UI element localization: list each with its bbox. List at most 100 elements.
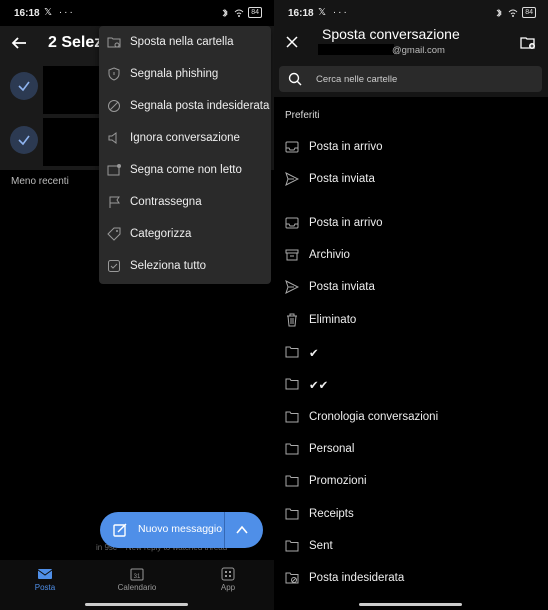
folder-label: Eliminato bbox=[309, 314, 357, 326]
folder-receipts[interactable]: Receipts bbox=[274, 499, 548, 529]
section-label: Meno recenti bbox=[11, 176, 69, 187]
folder-search-input[interactable]: Cerca nelle cartelle bbox=[279, 66, 542, 92]
folder-label: Posta in arrivo bbox=[309, 217, 383, 229]
selected-check-1[interactable] bbox=[10, 72, 38, 100]
chevron-up-icon[interactable] bbox=[235, 523, 249, 537]
page-title: Sposta conversazione bbox=[322, 26, 460, 42]
folder-sent[interactable]: Posta inviata bbox=[274, 272, 548, 302]
folder-icon bbox=[285, 540, 299, 552]
compose-icon bbox=[113, 523, 127, 537]
select-all-icon bbox=[108, 260, 120, 272]
folder-icon bbox=[285, 346, 299, 358]
menu-item-flag[interactable]: Contrassegna bbox=[99, 186, 271, 218]
trash-icon bbox=[287, 313, 297, 327]
battery-icon: 84 bbox=[522, 7, 536, 18]
folder-label: ✔✔ bbox=[309, 380, 329, 392]
favorite-sent[interactable]: Posta inviata bbox=[274, 164, 548, 194]
menu-item-label: Segna come non letto bbox=[130, 164, 242, 176]
folder-inbox[interactable]: Posta in arrivo bbox=[274, 208, 548, 238]
folder-label: Personal bbox=[309, 443, 355, 455]
new-message-button[interactable]: Nuovo messaggio bbox=[100, 512, 263, 548]
folder-personal[interactable]: Personal bbox=[274, 434, 548, 464]
menu-item-label: Sposta nella cartella bbox=[130, 36, 234, 48]
menu-item-unread[interactable]: Segna come non letto bbox=[99, 154, 271, 186]
folder-label: Posta in arrivo bbox=[309, 141, 383, 153]
menu-item-phishing[interactable]: Segnala phishing bbox=[99, 58, 271, 90]
favorite-inbox[interactable]: Posta in arrivo bbox=[274, 132, 548, 162]
folder-label: ✔ bbox=[309, 348, 319, 360]
folder-double-check[interactable]: ✔✔ bbox=[274, 369, 548, 399]
nav-calendar[interactable]: 31 Calendario bbox=[107, 567, 167, 592]
folder-icon bbox=[285, 475, 299, 487]
menu-item-categorize[interactable]: Categorizza bbox=[99, 218, 271, 250]
menu-item-move[interactable]: Sposta nella cartella bbox=[99, 26, 271, 58]
menu-item-ignore[interactable]: Ignora conversazione bbox=[99, 122, 271, 154]
home-indicator bbox=[85, 603, 188, 606]
folder-archive[interactable]: Archivio bbox=[274, 240, 548, 270]
context-menu: Sposta nella cartella Segnala phishing S… bbox=[99, 26, 271, 284]
favorites-heading: Preferiti bbox=[285, 110, 320, 121]
junk-folder-icon bbox=[285, 572, 299, 584]
move-header: Sposta conversazione @gmail.com bbox=[274, 26, 548, 62]
wifi-icon bbox=[508, 9, 518, 17]
folder-icon bbox=[285, 411, 299, 423]
folder-label: Archivio bbox=[309, 249, 350, 261]
menu-item-label: Ignora conversazione bbox=[130, 132, 240, 144]
folder-icon bbox=[285, 508, 299, 520]
new-message-label: Nuovo messaggio bbox=[138, 523, 223, 535]
folder-conversation-history[interactable]: Cronologia conversazioni bbox=[274, 402, 548, 432]
menu-item-label: Segnala posta indesiderata bbox=[130, 100, 270, 112]
notification-icons: 𝕏 ··· bbox=[44, 7, 75, 18]
new-folder-icon[interactable] bbox=[520, 36, 536, 50]
status-time: 16:18 bbox=[14, 8, 40, 19]
folder-icon bbox=[285, 378, 299, 390]
menu-item-label: Contrassegna bbox=[130, 196, 202, 208]
folder-icon bbox=[285, 443, 299, 455]
inbox-icon bbox=[285, 141, 299, 153]
search-icon bbox=[288, 72, 302, 86]
selection-count-title: 2 Selezi bbox=[48, 34, 107, 51]
menu-item-select-all[interactable]: Seleziona tutto bbox=[99, 250, 271, 282]
folder-sent-custom[interactable]: Sent bbox=[274, 531, 548, 561]
check-icon bbox=[18, 81, 30, 92]
block-icon bbox=[108, 100, 120, 112]
folder-check[interactable]: ✔ bbox=[274, 337, 548, 367]
close-icon[interactable] bbox=[286, 36, 298, 48]
back-arrow-icon[interactable] bbox=[10, 34, 28, 52]
message-row-2[interactable] bbox=[43, 118, 101, 166]
calendar-icon: 31 bbox=[130, 568, 144, 581]
redacted-account-name bbox=[318, 44, 394, 55]
message-row-1[interactable] bbox=[43, 66, 101, 114]
nav-label: Posta bbox=[34, 583, 56, 592]
nav-apps[interactable]: App bbox=[198, 567, 258, 592]
folder-label: Receipts bbox=[309, 508, 354, 520]
right-screen: 16:18 𝕏 ··· 84 Sposta conversazione @gma… bbox=[274, 0, 548, 610]
folder-label: Posta inviata bbox=[309, 173, 375, 185]
move-folder-icon bbox=[107, 37, 121, 48]
apps-icon bbox=[221, 567, 235, 581]
folder-deleted[interactable]: Eliminato bbox=[274, 305, 548, 335]
system-icons: 84 bbox=[494, 7, 536, 18]
nav-label: Calendario bbox=[117, 583, 157, 592]
calendar-date: 31 bbox=[134, 574, 141, 580]
folder-label: Promozioni bbox=[309, 475, 367, 487]
left-screen: 16:18 𝕏 ··· 84 2 Selezi Meno recenti Spo… bbox=[0, 0, 274, 610]
notification-icons: 𝕏 ··· bbox=[318, 7, 349, 18]
bluetooth-icon bbox=[496, 8, 502, 17]
wifi-icon bbox=[234, 9, 244, 17]
search-placeholder: Cerca nelle cartelle bbox=[316, 74, 398, 85]
folder-label: Posta indesiderata bbox=[309, 572, 405, 584]
nav-mail[interactable]: Posta bbox=[15, 567, 75, 592]
folder-label: Cronologia conversazioni bbox=[309, 411, 439, 423]
fab-divider bbox=[224, 512, 225, 548]
folder-junk[interactable]: Posta indesiderata bbox=[274, 563, 548, 593]
nav-label: App bbox=[220, 583, 236, 592]
menu-item-junk[interactable]: Segnala posta indesiderata bbox=[99, 90, 271, 122]
folder-promotions[interactable]: Promozioni bbox=[274, 466, 548, 496]
selected-check-2[interactable] bbox=[10, 126, 38, 154]
menu-item-label: Categorizza bbox=[130, 228, 192, 240]
archive-icon bbox=[285, 249, 299, 261]
battery-icon: 84 bbox=[248, 7, 262, 18]
menu-item-label: Segnala phishing bbox=[130, 68, 219, 80]
folder-label: Posta inviata bbox=[309, 281, 375, 293]
